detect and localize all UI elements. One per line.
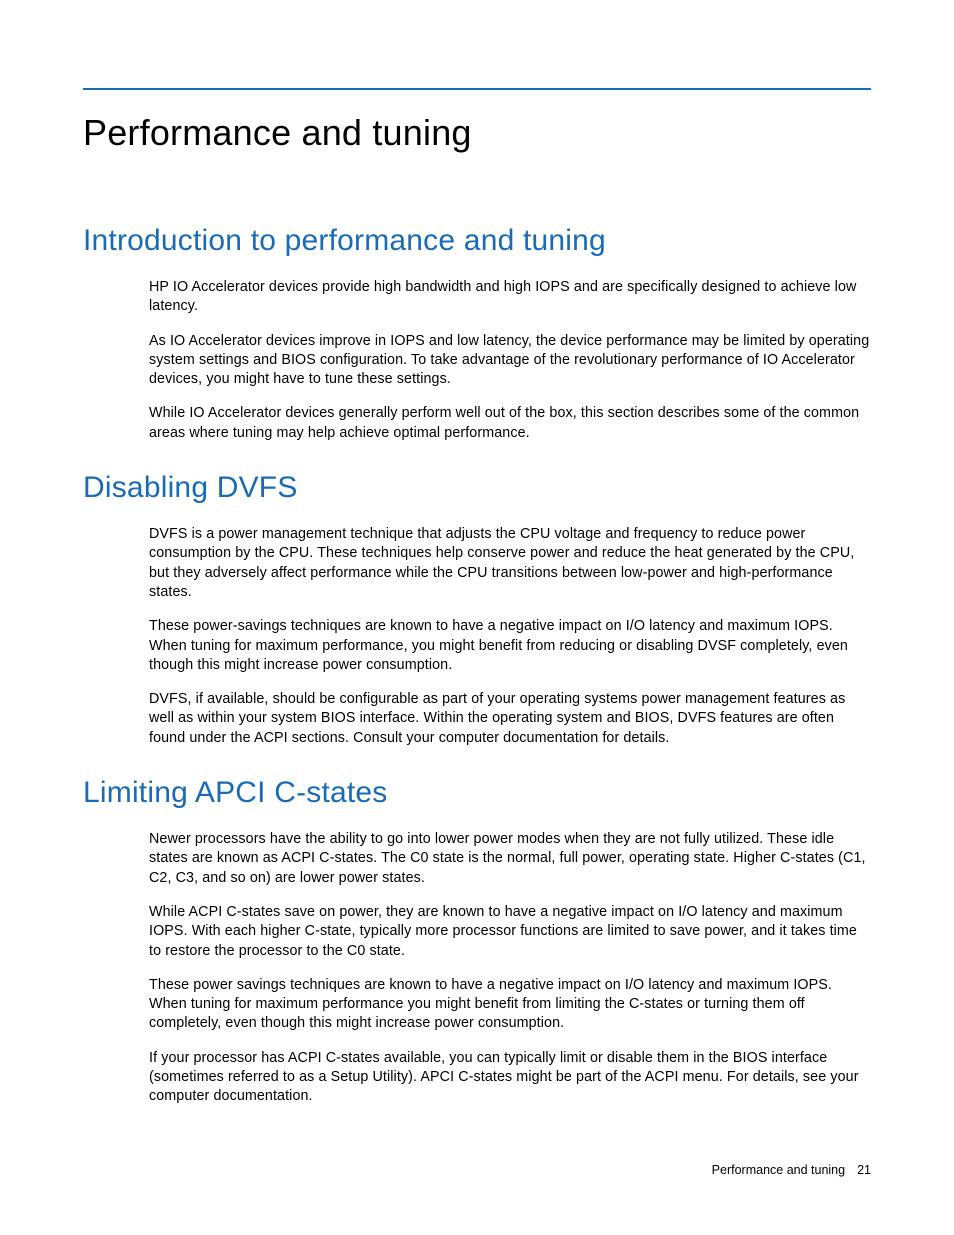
body-paragraph: DVFS, if available, should be configurab… [149, 690, 871, 748]
section-heading-dvfs: Disabling DVFS [83, 471, 871, 505]
top-rule [83, 88, 871, 90]
section-heading-cstates: Limiting APCI C-states [83, 776, 871, 810]
body-paragraph: These power savings techniques are known… [149, 976, 871, 1034]
page-footer: Performance and tuning 21 [712, 1163, 871, 1177]
body-paragraph: If your processor has ACPI C-states avai… [149, 1049, 871, 1107]
body-paragraph: As IO Accelerator devices improve in IOP… [149, 332, 871, 390]
footer-page-number: 21 [857, 1163, 871, 1177]
body-paragraph: HP IO Accelerator devices provide high b… [149, 278, 871, 317]
page-content: Performance and tuning Introduction to p… [0, 0, 954, 1107]
body-paragraph: Newer processors have the ability to go … [149, 830, 871, 888]
body-paragraph: While IO Accelerator devices generally p… [149, 404, 871, 443]
body-paragraph: These power-savings techniques are known… [149, 617, 871, 675]
section-heading-intro: Introduction to performance and tuning [83, 224, 871, 258]
body-paragraph: While ACPI C-states save on power, they … [149, 903, 871, 961]
body-paragraph: DVFS is a power management technique tha… [149, 525, 871, 602]
chapter-title: Performance and tuning [83, 112, 871, 154]
footer-section: Performance and tuning [712, 1163, 845, 1177]
